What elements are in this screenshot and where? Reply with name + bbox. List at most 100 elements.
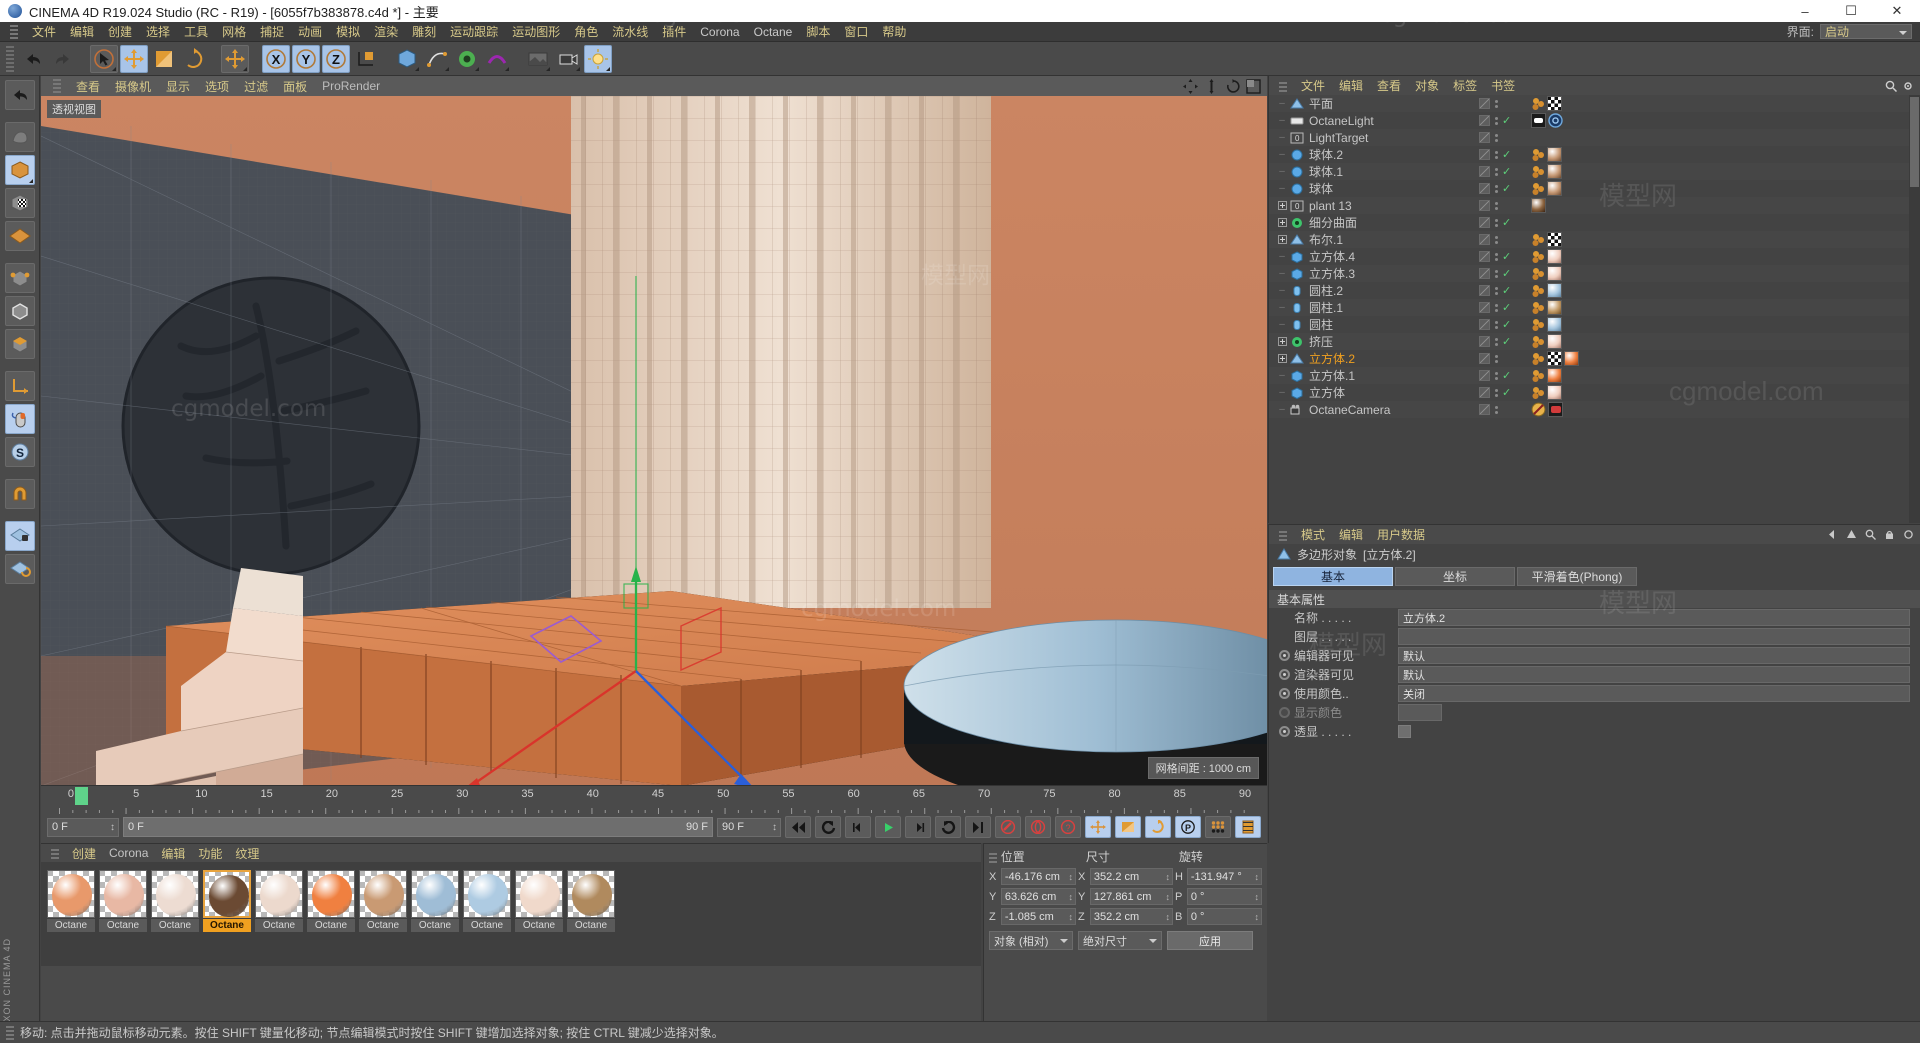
material-menu-纹理[interactable]: 纹理 <box>235 845 259 862</box>
maximize-button[interactable]: ☐ <box>1828 0 1874 22</box>
material-swatch[interactable]: Octane <box>151 870 199 958</box>
point-mode-icon[interactable] <box>4 263 35 293</box>
object-layer-swatch[interactable] <box>1479 183 1490 194</box>
attr-radio[interactable] <box>1279 726 1290 737</box>
window-controls[interactable]: – ☐ ✕ <box>1782 0 1920 22</box>
expand-toggle-icon[interactable]: – <box>1275 268 1289 279</box>
expand-toggle-icon[interactable]: – <box>1275 319 1289 330</box>
object-flags[interactable]: ✓ <box>1479 335 1514 348</box>
step-back-button[interactable] <box>845 816 871 838</box>
object-layer-swatch[interactable] <box>1479 217 1490 228</box>
object-visibility-dots[interactable] <box>1493 235 1499 244</box>
position-field[interactable]: -1.085 cm <box>1000 908 1077 925</box>
main-toolbar[interactable]: X Y Z <box>0 42 1920 76</box>
expand-toggle-icon[interactable] <box>1275 235 1289 244</box>
object-visibility-dots[interactable] <box>1493 116 1499 125</box>
expand-toggle-icon[interactable]: – <box>1275 302 1289 313</box>
material-swatch[interactable]: Octane <box>463 870 511 958</box>
material-menu-创建[interactable]: 创建 <box>72 845 96 862</box>
object-flags[interactable]: ✓ <box>1479 318 1514 331</box>
timeline-controls[interactable]: 0 F 0 F 90 F 90 F <box>41 812 1267 842</box>
move-duplicate-tool-button[interactable] <box>221 44 249 73</box>
object-flags[interactable]: ✓ <box>1479 386 1514 399</box>
material-menu-编辑[interactable]: 编辑 <box>161 845 185 862</box>
object-flags[interactable] <box>1479 404 1514 415</box>
deformer-button[interactable] <box>483 45 511 73</box>
object-flags[interactable]: ✓ <box>1479 284 1514 297</box>
menu-item-Corona[interactable]: Corona <box>700 25 739 39</box>
object-tags[interactable] <box>1531 113 1563 128</box>
expand-toggle-icon[interactable]: – <box>1275 132 1289 143</box>
attribute-manager-panel[interactable]: 模式 编辑 用户数据 多边形对象 [立方体.2] 基本 坐标 平滑着色(Phong) 基… <box>1268 524 1920 843</box>
object-row[interactable]: – 立方体.4 ✓ <box>1269 248 1920 265</box>
object-row[interactable]: –0 LightTarget <box>1269 129 1920 146</box>
scale-tool-button[interactable] <box>150 45 178 73</box>
object-tags[interactable] <box>1531 181 1562 196</box>
snap-s-icon[interactable]: S <box>4 437 35 467</box>
status-grip[interactable] <box>6 1025 14 1040</box>
object-layer-swatch[interactable] <box>1479 251 1490 262</box>
rotation-field[interactable]: 0 ° <box>1186 888 1262 905</box>
object-visibility-dots[interactable] <box>1493 150 1499 159</box>
menu-item-网格[interactable]: 网格 <box>222 23 246 40</box>
object-row[interactable]: – 立方体.3 ✓ <box>1269 265 1920 282</box>
model-mode-icon[interactable] <box>4 155 35 185</box>
lock-x-axis-button[interactable]: X <box>262 44 290 73</box>
attr-value-input[interactable]: 立方体.2 <box>1398 609 1910 626</box>
attr-radio[interactable] <box>1279 707 1290 718</box>
go-to-start-button[interactable] <box>785 816 811 838</box>
object-flags[interactable]: ✓ <box>1479 267 1514 280</box>
timeline-panel[interactable]: 0 5 10 15 20 25 30 35 40 45 50 55 60 65 70 75 80 85 90 0 F… <box>41 785 1267 843</box>
material-menu-Corona[interactable]: Corona <box>109 846 148 860</box>
objmgr-menu-书签[interactable]: 书签 <box>1491 77 1515 94</box>
scrollbar-thumb[interactable] <box>1910 97 1919 187</box>
object-tags[interactable] <box>1531 300 1562 315</box>
object-row[interactable]: – 球体.1 ✓ <box>1269 163 1920 180</box>
expand-toggle-icon[interactable]: – <box>1275 183 1289 194</box>
material-menu-bar[interactable]: 创建 Corona 编辑 功能 纹理 <box>41 844 981 862</box>
object-row[interactable]: – OctaneCamera <box>1269 401 1920 418</box>
object-visibility-dots[interactable] <box>1493 286 1499 295</box>
rotate-tool-button[interactable] <box>180 45 208 73</box>
object-visibility-dots[interactable] <box>1493 133 1499 142</box>
apply-button[interactable]: 应用 <box>1167 931 1253 950</box>
attribute-menu-bar[interactable]: 模式 编辑 用户数据 <box>1269 525 1920 544</box>
move-tool-button[interactable] <box>120 44 148 73</box>
step-forward-button[interactable] <box>905 816 931 838</box>
object-tags[interactable] <box>1531 249 1562 264</box>
expand-toggle-icon[interactable]: – <box>1275 404 1289 415</box>
object-tree-list[interactable]: – 平面 – OctaneLight ✓ –0 LightTarget – 球体.2 ✓ – 球体.1… <box>1269 95 1920 523</box>
current-frame-field[interactable]: 0 F <box>47 817 119 837</box>
menu-item-工具[interactable]: 工具 <box>184 23 208 40</box>
expand-toggle-icon[interactable]: – <box>1275 149 1289 160</box>
object-flags[interactable] <box>1479 200 1514 211</box>
object-row[interactable]: – 圆柱 ✓ <box>1269 316 1920 333</box>
make-editable-icon[interactable] <box>4 122 35 152</box>
object-row[interactable]: 细分曲面 ✓ <box>1269 214 1920 231</box>
object-flags[interactable]: ✓ <box>1479 216 1514 229</box>
object-flags[interactable] <box>1479 353 1514 364</box>
material-panel-grip[interactable] <box>51 847 59 859</box>
viewport-menu-摄像机[interactable]: 摄像机 <box>115 78 151 95</box>
viewport-menu-过滤[interactable]: 过滤 <box>244 78 268 95</box>
coordinates-footer[interactable]: 对象 (相对) 绝对尺寸 应用 <box>989 931 1262 950</box>
menu-item-渲染[interactable]: 渲染 <box>374 23 398 40</box>
expand-toggle-icon[interactable] <box>1275 337 1289 346</box>
expand-toggle-icon[interactable]: – <box>1275 370 1289 381</box>
loop-button[interactable] <box>935 816 961 838</box>
object-visibility-dots[interactable] <box>1493 167 1499 176</box>
menu-grip[interactable] <box>10 24 18 39</box>
object-visibility-dots[interactable] <box>1493 303 1499 312</box>
material-swatch[interactable]: Octane <box>47 870 95 958</box>
expand-toggle-icon[interactable] <box>1275 218 1289 227</box>
menu-item-运动跟踪[interactable]: 运动跟踪 <box>450 23 498 40</box>
coordinates-panel[interactable]: 位置 尺寸 旋转 X-46.176 cmX352.2 cmH-131.947 °… <box>983 843 1267 1021</box>
viewport-grip[interactable] <box>53 79 61 93</box>
object-tags[interactable] <box>1531 334 1562 349</box>
object-visibility-dots[interactable] <box>1493 354 1499 363</box>
minimize-button[interactable]: – <box>1782 0 1828 22</box>
polygon-mode-icon[interactable] <box>4 329 35 359</box>
texture-mode-icon[interactable] <box>4 188 35 218</box>
expand-toggle-icon[interactable]: – <box>1275 251 1289 262</box>
attr-tab-基本[interactable]: 基本 <box>1273 567 1393 586</box>
